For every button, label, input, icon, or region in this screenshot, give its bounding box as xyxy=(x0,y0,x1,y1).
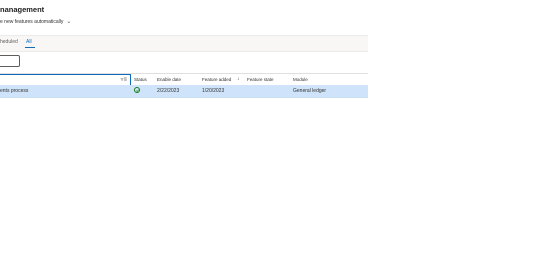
module-column-header[interactable]: Module xyxy=(293,77,308,82)
sort-descending-icon: ↓ xyxy=(237,76,240,82)
tab-selected-indicator xyxy=(25,47,35,49)
table-row[interactable]: ents process 2/22/2023 1/20/2023 General… xyxy=(0,85,368,98)
tab-all[interactable]: All xyxy=(26,39,32,45)
filter-input[interactable] xyxy=(0,55,20,67)
feature-added-cell: 1/20/2023 xyxy=(202,88,225,94)
tab-bar: heduled All xyxy=(0,35,368,52)
enable-new-features-toggle[interactable]: e new features automatically ⌄ xyxy=(0,18,72,26)
feature-name-cell: ents process xyxy=(0,88,29,94)
tab-scheduled[interactable]: heduled xyxy=(0,39,18,45)
enable-date-cell: 2/22/2023 xyxy=(157,88,180,94)
page-title: nanagement xyxy=(0,5,45,14)
enable-date-column-header[interactable]: Enable date xyxy=(157,77,181,82)
feature-state-column-header[interactable]: Feature state xyxy=(247,77,274,82)
filter-icon[interactable]: ▿≡ xyxy=(120,76,127,85)
status-column-header[interactable]: Status xyxy=(134,77,147,82)
chevron-down-icon: ⌄ xyxy=(66,18,72,25)
feature-added-column-header[interactable]: Feature added xyxy=(202,77,231,82)
checkmark-circle-icon xyxy=(134,87,140,93)
module-cell: General ledger xyxy=(293,88,327,94)
enable-new-features-label: e new features automatically xyxy=(0,19,64,25)
